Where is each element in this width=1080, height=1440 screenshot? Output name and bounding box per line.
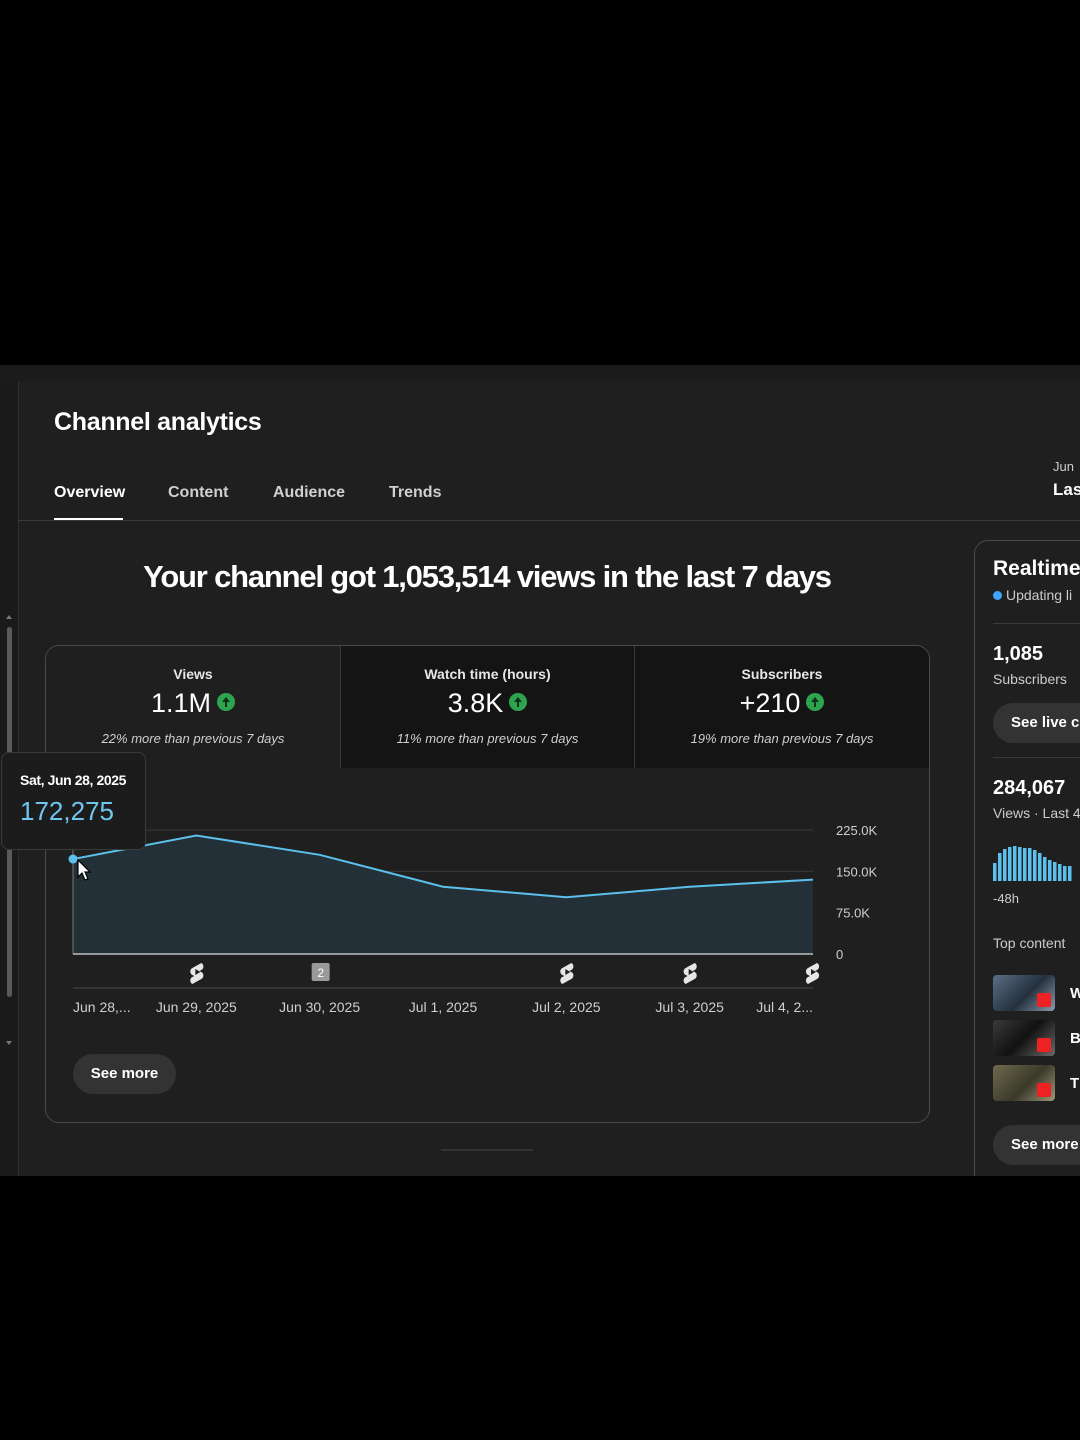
top-content-title[interactable]: T bbox=[1070, 1075, 1079, 1092]
realtime-bar bbox=[1033, 850, 1037, 881]
top-content-thumbnail[interactable] bbox=[993, 1065, 1055, 1101]
x-tick-label: Jul 2, 2025 bbox=[532, 999, 601, 1015]
realtime-bar bbox=[1003, 849, 1007, 881]
date-range-label[interactable]: Las bbox=[1053, 480, 1080, 500]
see-live-count-button[interactable]: See live c bbox=[993, 703, 1080, 743]
area-fill bbox=[73, 835, 813, 954]
live-status: Updating li bbox=[993, 587, 1072, 603]
top-content-label: Top content bbox=[993, 935, 1066, 951]
page-title: Channel analytics bbox=[54, 408, 262, 436]
shorts-badge-icon bbox=[1037, 1083, 1051, 1097]
divider bbox=[993, 757, 1080, 758]
shorts-badge-icon bbox=[1037, 1038, 1051, 1052]
live-status-text: Updating li bbox=[1006, 587, 1073, 603]
date-range-small[interactable]: Jun bbox=[1053, 459, 1074, 474]
top-bar bbox=[0, 365, 1080, 381]
range-label: -48h bbox=[993, 891, 1020, 906]
section-divider bbox=[441, 1149, 533, 1151]
realtime-bar bbox=[1043, 857, 1047, 881]
scroll-up-icon[interactable] bbox=[6, 615, 12, 619]
realtime-bar-chart[interactable] bbox=[993, 845, 1080, 881]
realtime-views-label: Views · Last 4 bbox=[993, 805, 1080, 821]
top-content-title[interactable]: W bbox=[1070, 985, 1080, 1002]
see-more-button[interactable]: See more bbox=[73, 1054, 176, 1094]
shorts-badge-icon bbox=[1037, 993, 1051, 1007]
y-tick-label: 225.0K bbox=[836, 823, 878, 838]
realtime-bar bbox=[1028, 848, 1032, 881]
live-dot-icon bbox=[993, 590, 1002, 600]
realtime-see-more-button[interactable]: See more bbox=[993, 1125, 1080, 1165]
realtime-bar bbox=[1048, 860, 1052, 881]
realtime-bar bbox=[1063, 866, 1067, 881]
x-tick-label: Jul 4, 2... bbox=[756, 999, 813, 1015]
realtime-bar bbox=[1023, 848, 1027, 881]
mouse-cursor-icon bbox=[77, 859, 92, 881]
x-tick-label: Jul 1, 2025 bbox=[409, 999, 478, 1015]
tooltip-value: 172,275 bbox=[20, 796, 114, 826]
tab-content[interactable]: Content bbox=[168, 484, 228, 502]
realtime-bar bbox=[1018, 847, 1022, 881]
realtime-bar bbox=[1068, 866, 1072, 881]
tooltip-date: Sat, Jun 28, 2025 bbox=[20, 772, 127, 788]
analytics-app: Channel analytics Overview Content Audie… bbox=[0, 381, 1080, 1176]
top-content-thumbnail[interactable] bbox=[993, 1020, 1055, 1056]
y-tick-label: 150.0K bbox=[836, 864, 878, 879]
x-tick-label: Jun 28,... bbox=[73, 999, 131, 1015]
overview-card: Views 1.1M 22% more than previous 7 days… bbox=[45, 645, 930, 1123]
realtime-bar bbox=[1053, 862, 1057, 881]
views-chart[interactable]: 225.0K 150.0K 75.0K 0 2 Jun 28,... Jun 29, 202… bbox=[46, 646, 929, 1046]
realtime-bar bbox=[1008, 847, 1012, 881]
divider bbox=[993, 623, 1080, 624]
views-headline: Your channel got 1,053,514 views in the … bbox=[143, 559, 832, 594]
realtime-views: 284,067 bbox=[993, 777, 1066, 799]
scroll-down-icon[interactable] bbox=[6, 1041, 12, 1045]
realtime-bar bbox=[1038, 853, 1042, 881]
tab-audience[interactable]: Audience bbox=[273, 484, 345, 502]
realtime-bar bbox=[1013, 846, 1017, 881]
tab-trends[interactable]: Trends bbox=[389, 484, 441, 502]
realtime-bar bbox=[993, 863, 997, 881]
y-tick-label: 0 bbox=[836, 947, 843, 962]
tab-overview[interactable]: Overview bbox=[54, 484, 125, 502]
realtime-subscribers: 1,085 bbox=[993, 643, 1044, 665]
tabs-divider bbox=[18, 520, 1080, 521]
realtime-card: Realtime Updating li 1,085 Subscribers S… bbox=[974, 540, 1080, 1176]
x-tick-label: Jun 30, 2025 bbox=[279, 999, 360, 1015]
realtime-bar bbox=[998, 853, 1002, 881]
letterbox-bottom bbox=[0, 1176, 1080, 1440]
realtime-bar bbox=[1058, 864, 1062, 881]
x-tick-label: Jun 29, 2025 bbox=[156, 999, 237, 1015]
realtime-title: Realtime bbox=[993, 557, 1080, 580]
upload-count-label: 2 bbox=[317, 966, 324, 980]
top-content-thumbnail[interactable] bbox=[993, 975, 1055, 1011]
x-tick-label: Jul 3, 2025 bbox=[655, 999, 724, 1015]
chart-tooltip: Sat, Jun 28, 2025 172,275 bbox=[1, 752, 146, 850]
y-tick-label: 75.0K bbox=[836, 906, 870, 921]
realtime-subscribers-label: Subscribers bbox=[993, 671, 1067, 687]
top-content-title[interactable]: B bbox=[1070, 1030, 1080, 1047]
